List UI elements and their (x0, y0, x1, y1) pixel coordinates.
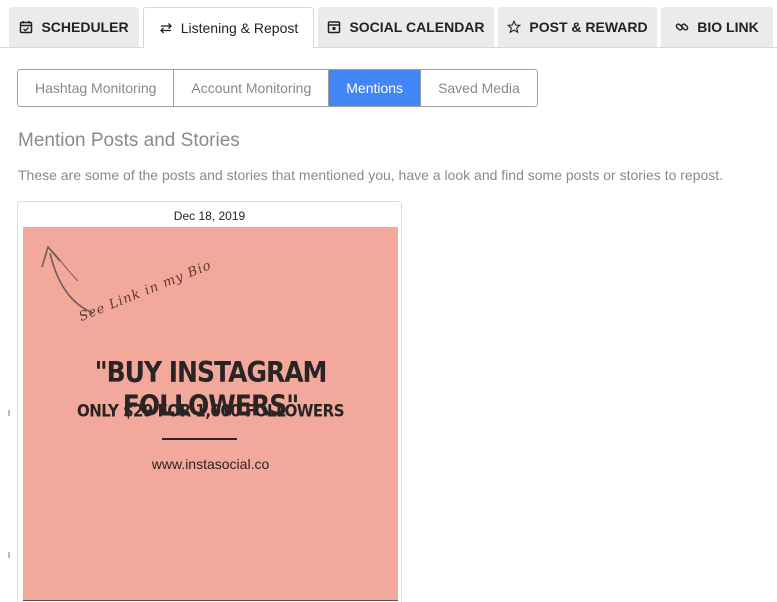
image-subheadline: ONLY $29 FOR 1,000 FOLLOWERS (76, 401, 345, 421)
main-tab-bar: SCHEDULER Listening & Repost SOCIAL CALE… (0, 0, 777, 48)
image-url: www.instasocial.co (151, 456, 270, 472)
edge-marker (8, 410, 10, 416)
section-description: These are some of the posts and stories … (18, 167, 724, 183)
section-heading: Mention Posts and Stories (18, 130, 240, 151)
mention-card[interactable]: Dec 18, 2019 See Link in my Bio "BUY INS… (17, 201, 402, 602)
calendar-icon (328, 21, 341, 34)
subtab-saved-media[interactable]: Saved Media (421, 70, 537, 106)
tab-bio-link[interactable]: BIO LINK (661, 7, 773, 47)
image-divider (162, 438, 237, 440)
tab-divider (0, 47, 777, 48)
subtab-mentions[interactable]: Mentions (329, 70, 422, 106)
tab-label: SCHEDULER (41, 19, 129, 35)
link-icon (675, 23, 689, 31)
tab-scheduler[interactable]: SCHEDULER (9, 7, 139, 47)
tab-social-calendar[interactable]: SOCIAL CALENDAR (318, 7, 494, 47)
tab-label: BIO LINK (697, 19, 759, 35)
subtab-hashtag-monitoring[interactable]: Hashtag Monitoring (18, 70, 175, 106)
active-tab-gap (144, 47, 313, 48)
calendar-check-icon (20, 21, 33, 34)
sub-tab-group: Hashtag Monitoring Account Monitoring Me… (17, 69, 538, 107)
tab-label: SOCIAL CALENDAR (349, 19, 485, 35)
tab-label: POST & REWARD (529, 19, 648, 35)
star-icon (507, 20, 522, 34)
edge-marker (8, 552, 10, 558)
tab-post-reward[interactable]: POST & REWARD (498, 7, 657, 47)
tab-listening-repost[interactable]: Listening & Repost (143, 7, 314, 48)
tab-label: Listening & Repost (180, 20, 299, 36)
repost-icon (159, 23, 172, 34)
post-date: Dec 18, 2019 (173, 209, 246, 223)
image-bottom-edge (23, 600, 398, 601)
subtab-account-monitoring[interactable]: Account Monitoring (174, 70, 330, 106)
post-image[interactable]: See Link in my Bio "BUY INSTAGRAM FOLLOW… (23, 227, 398, 601)
